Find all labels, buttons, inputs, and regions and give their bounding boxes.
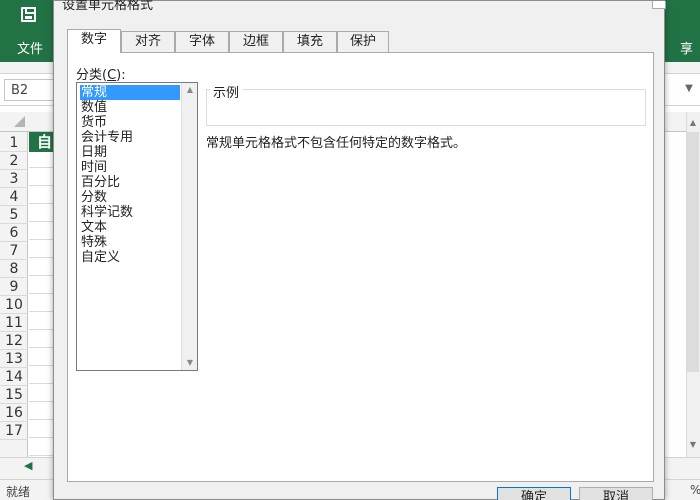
- scroll-up-icon[interactable]: ▲: [686, 118, 700, 130]
- category-listbox[interactable]: 常规 数值 货币 会计专用 日期 时间 百分比 分数 科学记数 文本 特殊 自定…: [76, 82, 198, 371]
- row-header[interactable]: 1: [0, 134, 28, 152]
- tab-font[interactable]: 字体: [175, 31, 229, 52]
- category-label-tail: ):: [116, 68, 126, 83]
- save-icon[interactable]: [21, 7, 36, 22]
- status-text: 就绪: [6, 485, 31, 499]
- category-item-text[interactable]: 文本: [80, 220, 180, 235]
- category-item-custom[interactable]: 自定义: [80, 250, 180, 265]
- ribbon-tab-file[interactable]: 文件: [17, 38, 43, 57]
- chevron-down-icon[interactable]: ▼: [682, 80, 696, 98]
- name-box[interactable]: B2: [4, 79, 56, 101]
- category-item-time[interactable]: 时间: [80, 160, 180, 175]
- category-item-fraction[interactable]: 分数: [80, 190, 180, 205]
- select-all-icon[interactable]: [14, 116, 25, 127]
- help-button[interactable]: [652, 1, 666, 9]
- zoom-level: %: [690, 483, 700, 497]
- tab-protection[interactable]: 保护: [337, 31, 389, 52]
- category-item-special[interactable]: 特殊: [80, 235, 180, 250]
- scroll-down-icon[interactable]: ▼: [686, 440, 700, 452]
- row-header[interactable]: 9: [0, 278, 28, 296]
- row-header[interactable]: 12: [0, 332, 28, 350]
- row-header[interactable]: 15: [0, 386, 28, 404]
- category-item-scientific[interactable]: 科学记数: [80, 205, 180, 220]
- row-header[interactable]: 4: [0, 188, 28, 206]
- row-header[interactable]: 11: [0, 314, 28, 332]
- cancel-button[interactable]: 取消: [579, 487, 653, 500]
- category-item-general[interactable]: 常规: [80, 85, 180, 100]
- category-label-accesskey: C: [107, 68, 117, 83]
- row-header[interactable]: 3: [0, 170, 28, 188]
- category-item-date[interactable]: 日期: [80, 145, 180, 160]
- tab-number[interactable]: 数字: [67, 29, 121, 53]
- row-header[interactable]: 2: [0, 152, 28, 170]
- tab-border[interactable]: 边框: [229, 31, 283, 52]
- row-header[interactable]: 16: [0, 404, 28, 422]
- tab-alignment[interactable]: 对齐: [121, 31, 175, 52]
- category-item-currency[interactable]: 货币: [80, 115, 180, 130]
- row-header[interactable]: 6: [0, 224, 28, 242]
- row-header[interactable]: 14: [0, 368, 28, 386]
- row-header[interactable]: 13: [0, 350, 28, 368]
- row-header[interactable]: 17: [0, 422, 28, 440]
- share-button[interactable]: 享: [680, 38, 693, 57]
- scrollbar-thumb[interactable]: [687, 132, 699, 372]
- scroll-up-icon[interactable]: ▲: [182, 83, 198, 97]
- category-label-main: 分类(: [76, 68, 108, 83]
- grid-lines: [29, 132, 55, 457]
- category-label: 分类(C):: [76, 64, 126, 83]
- tab-fill[interactable]: 填充: [283, 31, 337, 52]
- category-item-percentage[interactable]: 百分比: [80, 175, 180, 190]
- category-item-accounting[interactable]: 会计专用: [80, 130, 180, 145]
- row-header[interactable]: 5: [0, 206, 28, 224]
- row-headers: 1 2 3 4 5 6 7 8 9 10 11 12 13 14 15 16 17: [0, 132, 28, 457]
- row-header[interactable]: 7: [0, 242, 28, 260]
- sample-label: 示例: [210, 82, 243, 101]
- scroll-down-icon[interactable]: ▼: [182, 356, 198, 370]
- sheet-scroll-left-icon[interactable]: ◀: [24, 459, 32, 472]
- row-header[interactable]: 10: [0, 296, 28, 314]
- category-list-scrollbar[interactable]: ▲ ▼: [181, 83, 197, 370]
- dialog-title: 设置单元格格式: [62, 0, 154, 13]
- row-header[interactable]: 8: [0, 260, 28, 278]
- category-item-number[interactable]: 数值: [80, 100, 180, 115]
- sample-groupbox: [206, 89, 646, 126]
- selected-cell-a1[interactable]: 自: [29, 132, 56, 152]
- ok-button[interactable]: 确定: [497, 487, 571, 500]
- format-description: 常规单元格格式不包含任何特定的数字格式。: [206, 136, 467, 151]
